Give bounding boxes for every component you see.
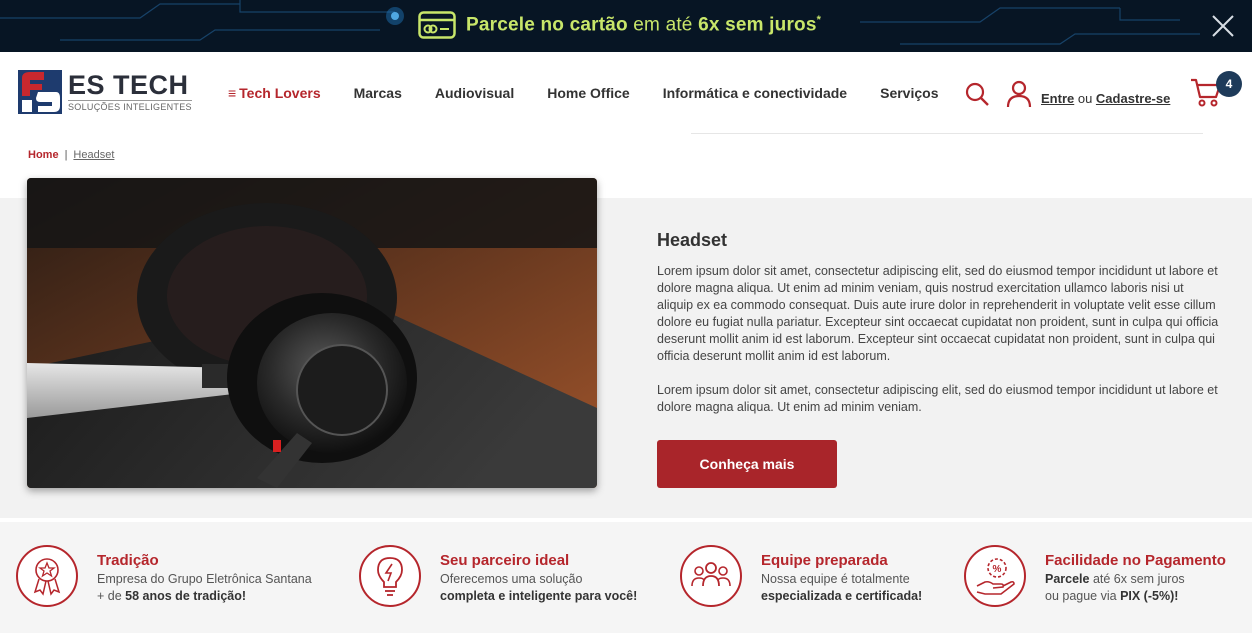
logo[interactable]: ES TECH SOLUÇÕES INTELIGENTES	[18, 70, 192, 114]
header-divider	[691, 133, 1203, 134]
feature-description: Empresa do Grupo Eletrônica Santana + de …	[97, 572, 312, 603]
breadcrumb-separator: |	[64, 149, 68, 161]
team-icon	[680, 545, 742, 607]
cart-count-badge: 4	[1216, 71, 1242, 97]
logo-tagline: SOLUÇÕES INTELIGENTES	[68, 100, 192, 112]
login-links: Entre ou Cadastre-se	[1041, 91, 1171, 106]
learn-more-button[interactable]: Conheça mais	[657, 440, 837, 488]
feature-pagamento: % Facilidade no Pagamento Parcele até 6x…	[963, 544, 1226, 608]
search-icon[interactable]	[964, 81, 990, 107]
breadcrumb: Home | Headset	[28, 149, 114, 161]
feature-description: Parcele até 6x sem juros ou pague via PIX…	[1045, 572, 1185, 603]
close-icon[interactable]	[1210, 13, 1236, 39]
features-strip: Tradição Empresa do Grupo Eletrônica San…	[0, 522, 1252, 633]
nav-tech-lovers[interactable]: ≡ Tech Lovers	[228, 85, 321, 101]
feature-description: Oferecemos uma solução completa e intelig…	[440, 572, 638, 603]
breadcrumb-home[interactable]: Home	[28, 149, 59, 161]
feature-tradicao: Tradição Empresa do Grupo Eletrônica San…	[15, 544, 312, 608]
description-paragraph-2: Lorem ipsum dolor sit amet, consectetur …	[657, 383, 1218, 414]
nav-informatica[interactable]: Informática e conectividade	[663, 85, 847, 101]
feature-title: Tradição	[97, 552, 159, 569]
promo-text: Parcele no cartão em até 6x sem juros*	[466, 13, 822, 36]
nav-servicos[interactable]: Serviços	[880, 85, 938, 101]
main-nav: ≡ Tech Lovers Marcas Audiovisual Home Off…	[228, 85, 971, 101]
feature-title: Seu parceiro ideal	[440, 552, 570, 569]
product-title: Headset	[657, 230, 728, 250]
feature-parceiro: Seu parceiro ideal Oferecemos uma soluçã…	[358, 544, 637, 608]
nav-audiovisual[interactable]: Audiovisual	[435, 85, 514, 101]
headset-product-image	[27, 178, 597, 488]
payment-hand-icon: %	[964, 545, 1026, 607]
es-tech-logo-mark	[18, 70, 62, 114]
breadcrumb-current[interactable]: Headset	[73, 149, 114, 161]
credit-card-icon	[418, 11, 456, 39]
nav-home-office[interactable]: Home Office	[547, 85, 629, 101]
feature-equipe: Equipe preparada Nossa equipe é totalmen…	[679, 544, 922, 608]
description-paragraph-1: Lorem ipsum dolor sit amet, consectetur …	[657, 264, 1219, 363]
promo-bar: Parcele no cartão em até 6x sem juros*	[0, 0, 1252, 52]
feature-description: Nossa equipe é totalmente especializada e…	[761, 572, 923, 603]
hamburger-menu-icon: ≡	[228, 85, 237, 101]
user-icon[interactable]	[1006, 80, 1032, 108]
product-description: Headset Lorem ipsum dolor sit amet, cons…	[657, 230, 1223, 433]
site-header: ES TECH SOLUÇÕES INTELIGENTES ≡ Tech Love…	[0, 52, 1252, 134]
svg-text:%: %	[993, 564, 1002, 575]
login-link[interactable]: Entre	[1041, 91, 1074, 106]
logo-name: ES TECH	[68, 70, 189, 100]
feature-title: Equipe preparada	[761, 552, 888, 569]
lightbulb-icon	[359, 545, 421, 607]
signup-link[interactable]: Cadastre-se	[1096, 91, 1170, 106]
award-badge-icon	[16, 545, 78, 607]
nav-marcas[interactable]: Marcas	[354, 85, 402, 101]
feature-title: Facilidade no Pagamento	[1045, 552, 1226, 569]
